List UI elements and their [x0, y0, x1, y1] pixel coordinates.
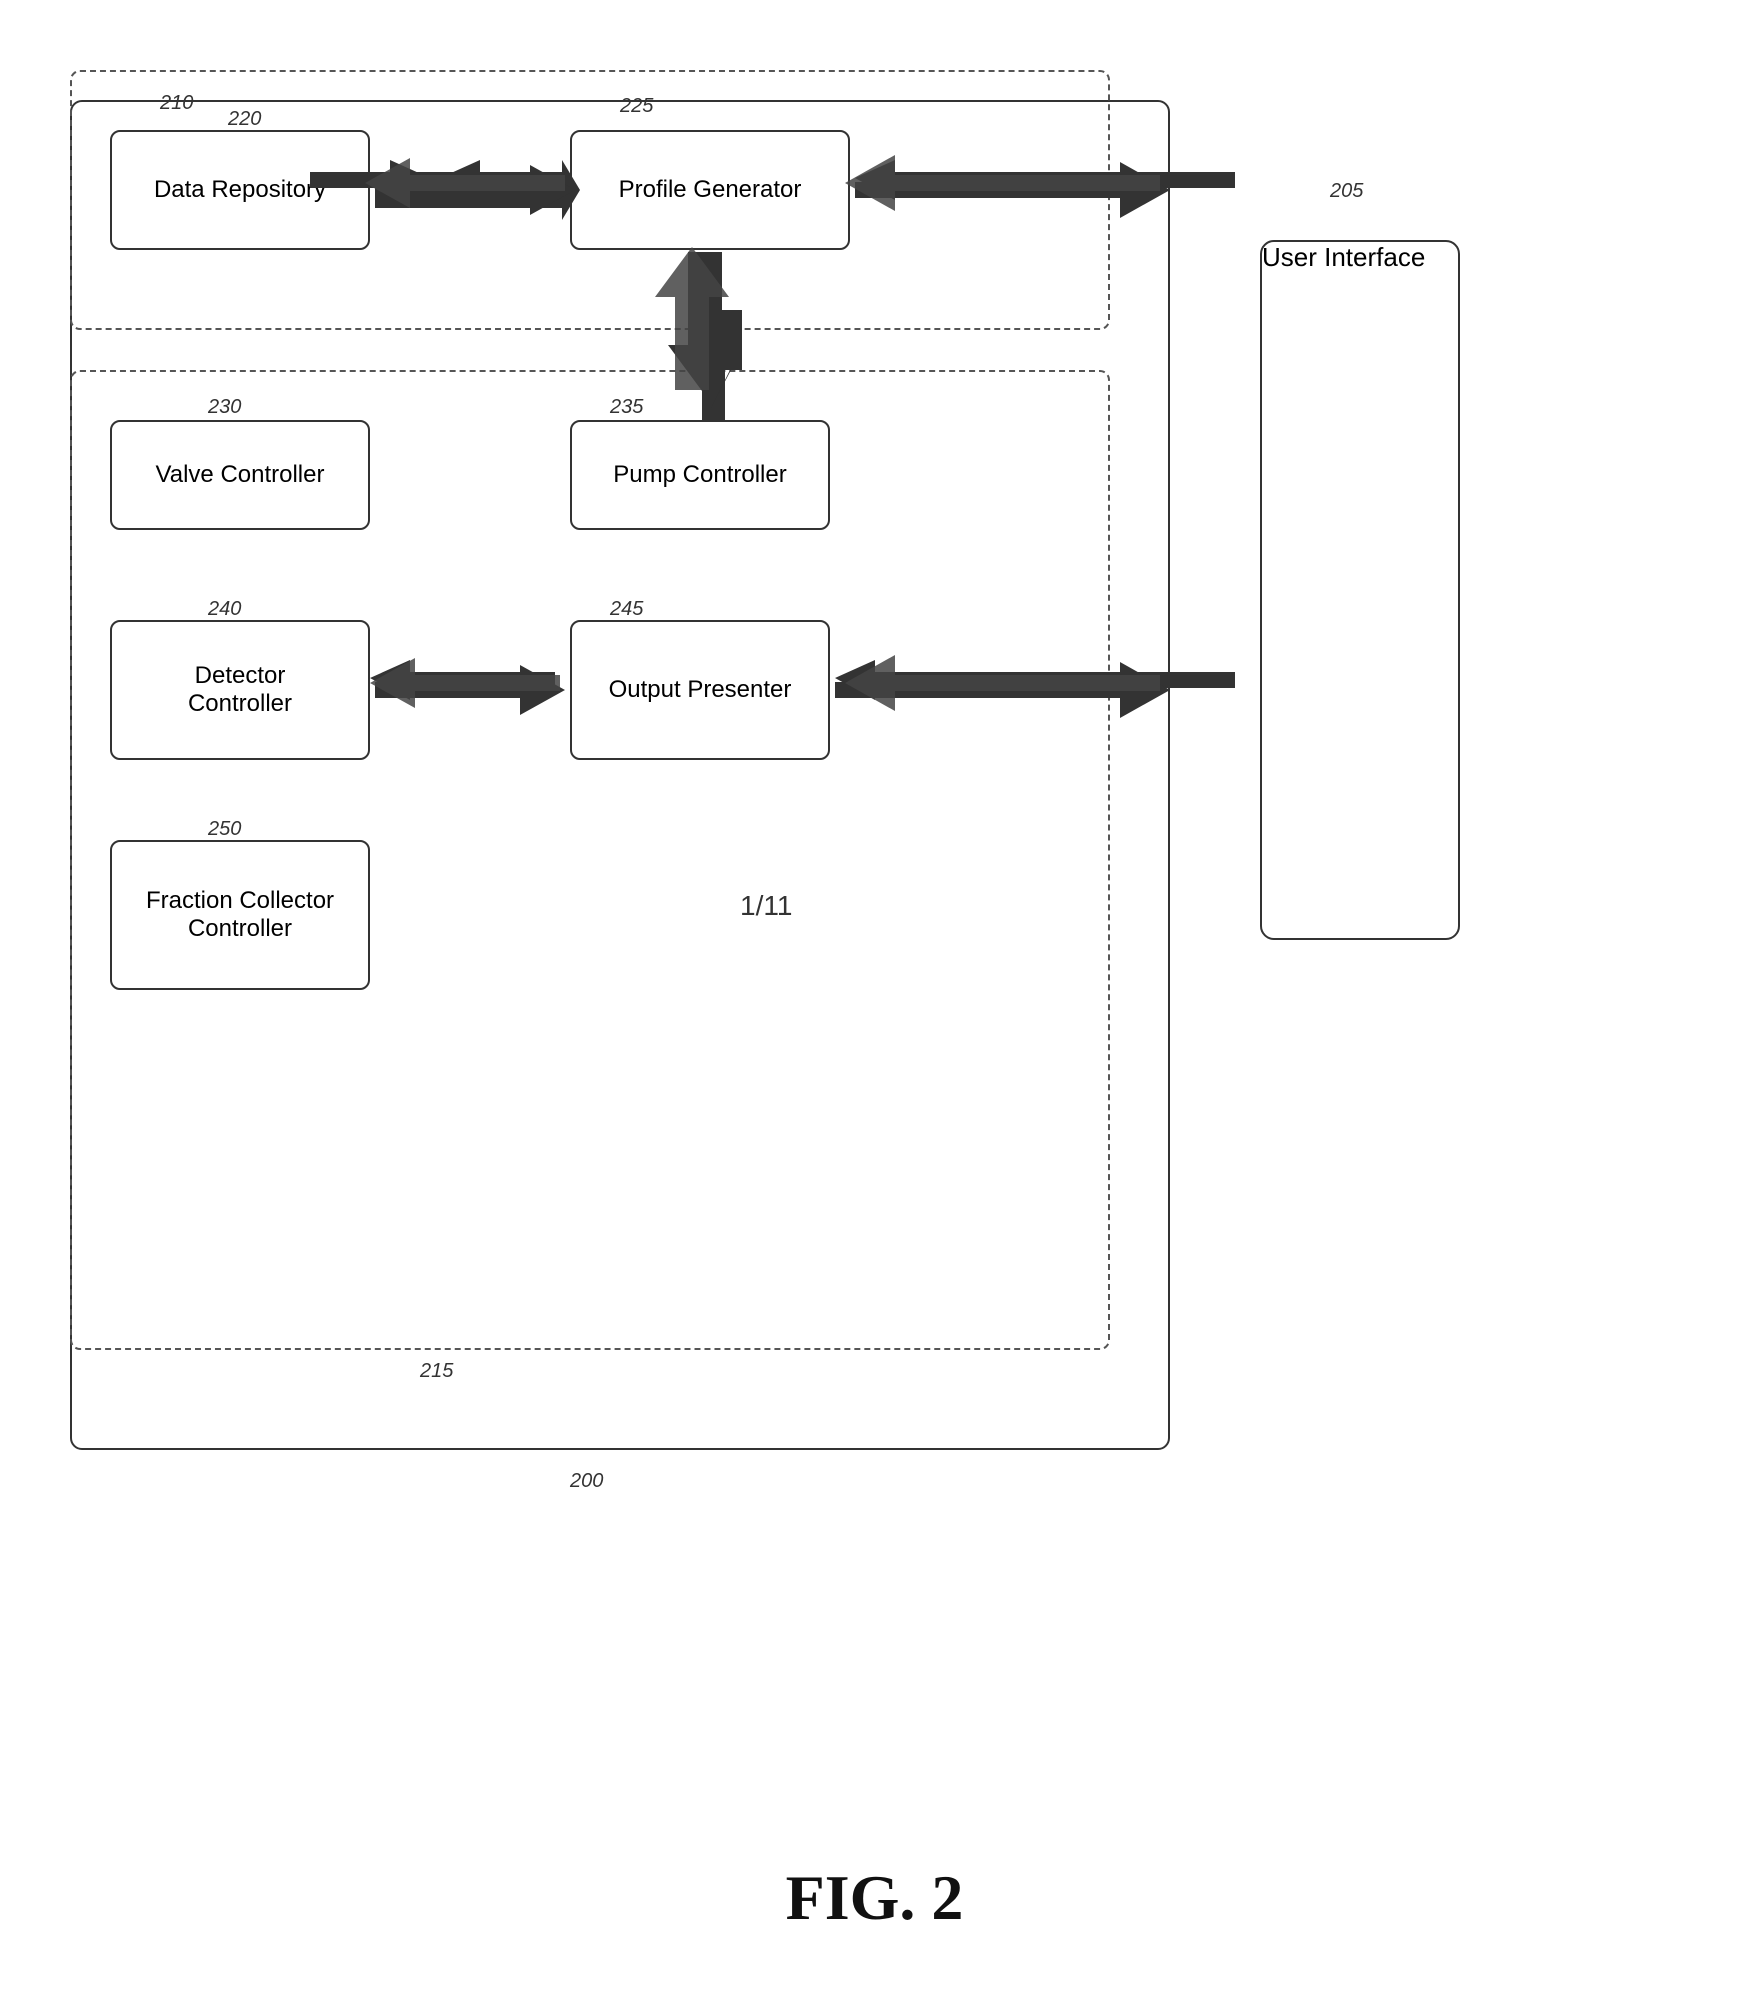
data-repository-label: Data Repository	[154, 176, 326, 204]
detector-controller-label: Detector Controller	[188, 662, 292, 718]
label-250: 250	[208, 818, 241, 841]
label-200: 200	[570, 1470, 603, 1493]
pump-controller-box: Pump Controller	[570, 420, 830, 530]
diagram-area: 200 210 215 Data Repository 220 Profile …	[40, 40, 1709, 1740]
valve-controller-box: Valve Controller	[110, 420, 370, 530]
figure-caption: FIG. 2	[786, 1861, 964, 1935]
label-225: 225	[620, 95, 653, 118]
label-205: 205	[1330, 180, 1363, 203]
fraction-collector-label: Fraction Collector Controller	[146, 887, 334, 943]
output-presenter-label: Output Presenter	[609, 676, 792, 704]
profile-generator-box: Profile Generator	[570, 130, 850, 250]
data-repository-box: Data Repository	[110, 130, 370, 250]
label-230: 230	[208, 396, 241, 419]
profile-generator-label: Profile Generator	[619, 176, 802, 204]
output-presenter-box: Output Presenter	[570, 620, 830, 760]
label-210: 210	[160, 92, 193, 115]
label-215: 215	[420, 1360, 453, 1383]
user-interface-label: User Interface	[1262, 242, 1425, 272]
valve-controller-label: Valve Controller	[156, 461, 325, 489]
page-label: 1/11	[740, 890, 792, 922]
pump-controller-label: Pump Controller	[613, 461, 786, 489]
detector-controller-box: Detector Controller	[110, 620, 370, 760]
user-interface-box: User Interface	[1260, 240, 1460, 940]
label-220: 220	[228, 108, 261, 131]
label-240: 240	[208, 598, 241, 621]
fraction-collector-box: Fraction Collector Controller	[110, 840, 370, 990]
label-235: 235	[610, 396, 643, 419]
label-245: 245	[610, 598, 643, 621]
